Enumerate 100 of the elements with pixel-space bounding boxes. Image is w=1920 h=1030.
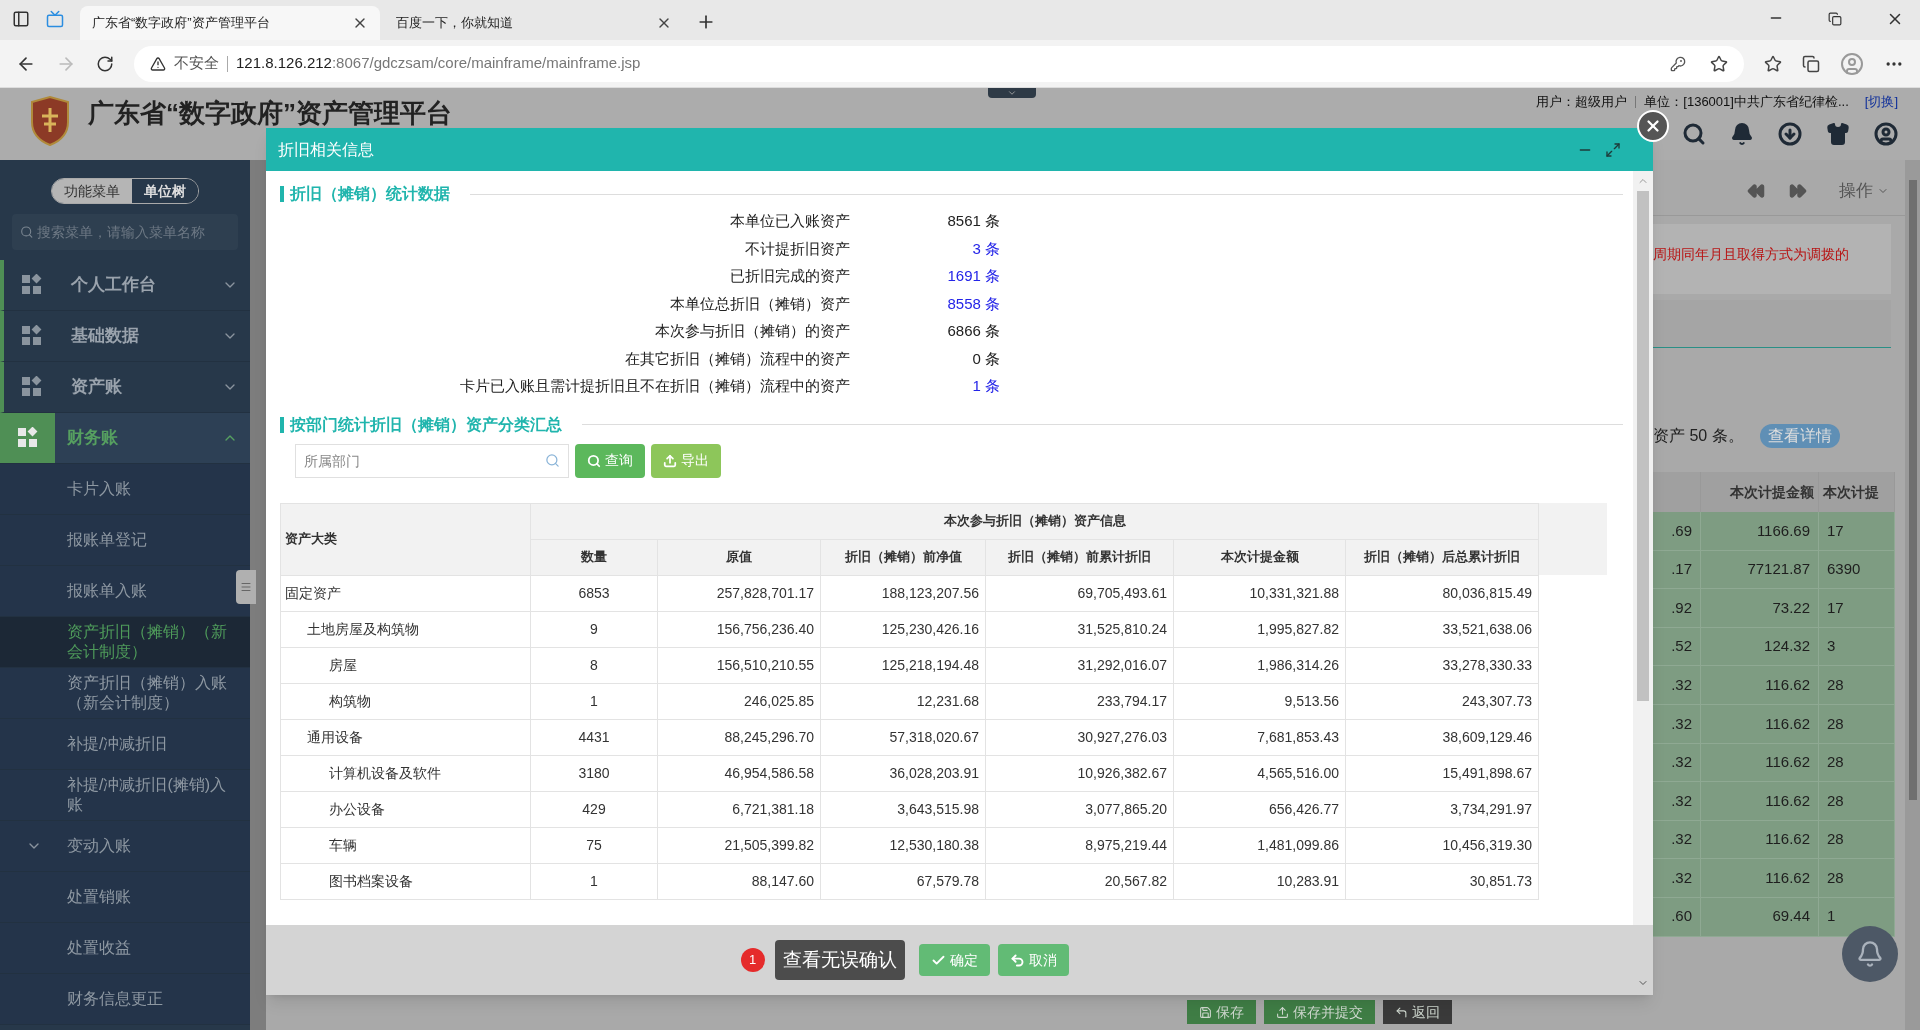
next-icon[interactable] xyxy=(1789,181,1807,200)
address-bar[interactable]: 不安全 121.8.126.212:8067/gdczsam/core/mainframe/mainframe.jsp xyxy=(134,45,1744,82)
stat-link[interactable]: 3 条 xyxy=(850,234,1000,262)
upload-icon xyxy=(663,453,677,468)
table-cell: 246,025.85 xyxy=(657,683,821,719)
column-header: 资产大类 xyxy=(280,503,531,575)
query-button[interactable]: 查询 xyxy=(575,443,645,478)
table-cell: 4,565,516.00 xyxy=(1173,755,1346,791)
menu-item[interactable]: 补提/冲减折旧 xyxy=(0,719,250,770)
table-cell: 116.62 xyxy=(1701,666,1819,705)
table-cell: 6,721,381.18 xyxy=(657,791,821,827)
browser-tab[interactable]: 广东省“数字政府”资产管理平台 xyxy=(80,6,380,40)
column-header: 折旧（摊销）后总累计折旧 xyxy=(1345,539,1539,575)
section-title: 按部门统计折旧（摊销）资产分类汇总 xyxy=(290,414,562,435)
view-details-button[interactable]: 查看详情 xyxy=(1759,424,1840,448)
sidebar-toggle-icon[interactable] xyxy=(12,10,30,28)
tv-icon[interactable] xyxy=(46,10,64,28)
stat-link[interactable]: 1 条 xyxy=(850,372,1000,400)
menu-item[interactable]: 报账单入账 xyxy=(0,566,250,617)
search-icon[interactable] xyxy=(1682,122,1706,146)
switch-link[interactable]: [切换] xyxy=(1864,92,1898,112)
tab-title: 广东省“数字政府”资产管理平台 xyxy=(92,14,271,33)
reload-icon[interactable] xyxy=(96,54,114,73)
table-cell: 116.62 xyxy=(1701,782,1819,821)
grid-icon xyxy=(20,325,43,347)
menu-item[interactable]: 处置收益 xyxy=(0,923,250,974)
menu-item[interactable]: 资产折旧（摊销）（新会计制度） xyxy=(0,617,250,668)
page-button[interactable]: 保存并提交 xyxy=(1264,1000,1375,1024)
user-icon[interactable] xyxy=(1874,122,1898,146)
table-cell: 88,147.60 xyxy=(657,863,821,899)
confirm-button[interactable]: 确定 xyxy=(918,944,990,976)
menu-item[interactable]: 补提/冲减折旧(摊销)入账 xyxy=(0,770,250,821)
department-field[interactable]: 所属部门 xyxy=(295,443,569,478)
warning-icon xyxy=(150,55,166,72)
table-cell: 10,456,319.30 xyxy=(1345,827,1539,863)
menu-search-input[interactable]: 搜索菜单，请输入菜单名称 xyxy=(37,217,230,247)
table-cell: .17 xyxy=(1653,550,1701,590)
menu-item-label: 财务信息更正 xyxy=(67,989,164,1009)
shirt-icon[interactable] xyxy=(1826,122,1850,146)
scrollbar-thumb[interactable] xyxy=(1908,180,1917,800)
menu-item[interactable]: 变动入账 xyxy=(0,821,250,872)
menu-item[interactable]: 卡片入账 xyxy=(0,464,250,515)
key-icon[interactable] xyxy=(1670,55,1686,72)
stat-link[interactable]: 1691 条 xyxy=(850,262,1000,290)
favorite-icon[interactable] xyxy=(1710,54,1728,73)
browser-tab[interactable]: 百度一下，你就知道 xyxy=(384,6,684,40)
menu-item[interactable]: 处置销账 xyxy=(0,872,250,923)
restore-icon[interactable] xyxy=(1828,12,1842,26)
table-cell: 88,245,296.70 xyxy=(657,719,821,755)
download-icon[interactable] xyxy=(1778,122,1802,146)
button-icon xyxy=(1395,1005,1408,1019)
collapse-handle[interactable] xyxy=(236,570,256,604)
table-cell: 20,567.82 xyxy=(985,863,1174,899)
stat-label: 已折旧完成的资产 xyxy=(729,266,850,286)
table-cell: .32 xyxy=(1653,820,1701,860)
page-button[interactable]: 保存 xyxy=(1187,1000,1256,1024)
menu-item-label: 处置收益 xyxy=(67,938,132,958)
search-icon xyxy=(587,453,601,468)
table-cell: 156,510,210.55 xyxy=(657,647,821,683)
stat-label: 本次参与折旧（摊销）的资产 xyxy=(654,321,850,341)
menu-item[interactable]: 报账单登记 xyxy=(0,515,250,566)
action-menu[interactable]: 操作 xyxy=(1839,177,1873,204)
menu-item[interactable]: 财务信息更正 xyxy=(0,974,250,1025)
department-input[interactable]: 所属部门 xyxy=(304,445,545,476)
table-cell: 116.62 xyxy=(1701,704,1819,744)
table-cell: 9 xyxy=(530,611,658,647)
table-cell: 429 xyxy=(530,791,658,827)
bell-icon[interactable] xyxy=(1730,122,1754,146)
notification-button[interactable] xyxy=(1842,926,1898,982)
stat-value: 6866 条 xyxy=(946,321,1000,341)
cancel-button[interactable]: 取消 xyxy=(997,944,1069,976)
search-icon xyxy=(20,225,34,239)
menu-item[interactable]: 资产折旧（摊销）入账（新会计制度） xyxy=(0,668,250,719)
stat-label: 卡片已入账且需计提折旧且不在折旧（摊销）流程中的资产 xyxy=(459,376,850,396)
stat-label: 在其它折旧（摊销）流程中的资产 xyxy=(624,348,850,369)
grid-icon xyxy=(16,427,39,449)
scrollbar-thumb[interactable] xyxy=(1637,191,1649,701)
menu-search-field[interactable]: 搜索菜单，请输入菜单名称 xyxy=(12,214,238,250)
category-cell: 办公设备 xyxy=(280,791,531,827)
category-cell: 构筑物 xyxy=(280,683,531,719)
table-cell: 28 xyxy=(1819,820,1895,860)
maximize-icon[interactable] xyxy=(1605,141,1621,158)
button-icon xyxy=(1276,1005,1289,1019)
view-toggle[interactable]: 功能菜单 xyxy=(52,179,132,203)
stat-link[interactable]: 8558 条 xyxy=(850,289,1000,317)
collections-icon[interactable] xyxy=(1802,54,1820,73)
menu-group[interactable]: 财务账 xyxy=(0,413,250,464)
column-header: 本次计提金额 xyxy=(1173,539,1346,575)
previous-icon[interactable] xyxy=(1747,181,1765,200)
category-cell: 计算机设备及软件 xyxy=(280,755,531,791)
bell-icon xyxy=(1856,940,1884,968)
close-icon xyxy=(1644,117,1662,135)
table-cell: 8 xyxy=(530,647,658,683)
stat-label: 本单位总折旧（摊销）资产 xyxy=(669,293,850,314)
page-button[interactable]: 返回 xyxy=(1383,1000,1452,1024)
stat-value: 0 条 xyxy=(971,348,1000,369)
table-cell: 156,756,236.40 xyxy=(657,611,821,647)
tab-title: 百度一下，你就知道 xyxy=(396,14,514,33)
profile-icon[interactable] xyxy=(1840,51,1864,76)
favorites-icon[interactable] xyxy=(1764,54,1782,73)
